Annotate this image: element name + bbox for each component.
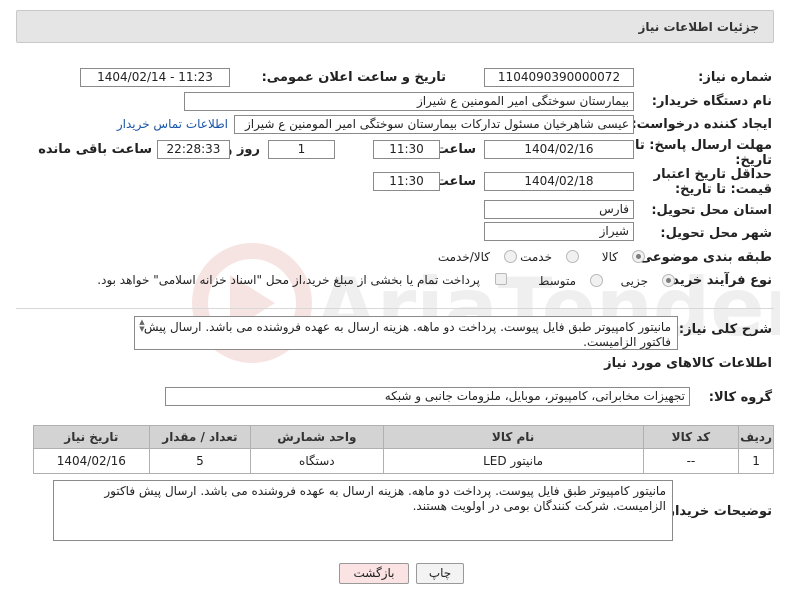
goods-group-field: تجهیزات مخابراتی، کامپیوتر، موبایل، ملزو… xyxy=(165,387,690,406)
delivery-city-label: شهر محل تحویل: xyxy=(660,226,772,241)
remaining-label: ساعت باقی مانده xyxy=(38,142,152,157)
need-number-label: شماره نیاز: xyxy=(698,70,772,85)
process-radio-medium[interactable] xyxy=(590,274,603,287)
cell-unit: دستگاه xyxy=(250,448,384,474)
reply-time-field: 11:30 xyxy=(373,140,440,159)
announce-label: تاریخ و ساعت اعلان عمومی: xyxy=(261,70,446,85)
cell-date: 1404/02/16 xyxy=(33,448,150,474)
delivery-city-field: شیراز xyxy=(484,222,634,241)
goods-group-label: گروه کالا: xyxy=(708,390,772,405)
remaining-time-field: 22:28:33 xyxy=(157,140,230,159)
description-label: شرح کلی نیاز: xyxy=(678,322,772,337)
delivery-province-label: استان محل تحویل: xyxy=(651,203,772,218)
process-radio-minor[interactable] xyxy=(662,274,675,287)
print-button[interactable]: چاپ xyxy=(416,563,464,584)
col-header-row-number: ردیف xyxy=(738,425,774,449)
reply-date-field: 1404/02/16 xyxy=(484,140,634,159)
cell-qty: 5 xyxy=(148,448,252,474)
cell-name: مانیتور LED xyxy=(382,448,644,474)
price-validity-label: حداقل تاریخ اعتبار قیمت: تا تاریخ: xyxy=(653,167,772,197)
table-header-row: ردیف کد کالا نام کالا واحد شمارش تعداد /… xyxy=(33,425,774,449)
page-title: جزئیات اطلاعات نیاز xyxy=(638,20,759,34)
category-radio-goods[interactable] xyxy=(632,250,645,263)
treasury-payment-note: پرداخت تمام یا بخشی از مبلغ خرید،از محل … xyxy=(97,273,480,287)
days-count-field: 1 xyxy=(268,140,335,159)
category-label: طبقه بندی موضوعی: xyxy=(634,250,772,265)
price-date-field: 1404/02/18 xyxy=(484,172,634,191)
col-header-unit: واحد شمارش xyxy=(250,425,384,449)
process-option-medium: متوسط xyxy=(538,274,576,288)
category-option-goods-service: کالا/خدمت xyxy=(437,250,490,264)
cell-row-number: 1 xyxy=(738,448,774,474)
buyer-org-label: نام دستگاه خریدار: xyxy=(651,94,772,109)
header-panel: جزئیات اطلاعات نیاز xyxy=(16,10,774,43)
col-header-qty: تعداد / مقدار xyxy=(148,425,252,449)
price-time-label: ساعت xyxy=(435,174,476,189)
category-option-goods: کالا xyxy=(601,250,618,264)
col-header-date: تاریخ نیاز xyxy=(33,425,150,449)
treasury-payment-checkbox[interactable] xyxy=(495,273,507,285)
description-text: مانیتور کامپیوتر طبق فایل پیوست. پرداخت … xyxy=(143,320,671,349)
back-button[interactable]: بازگشت xyxy=(339,563,409,584)
cell-code: -- xyxy=(642,448,740,474)
delivery-province-field: فارس xyxy=(484,200,634,219)
category-radio-goods-service[interactable] xyxy=(504,250,517,263)
creator-field: عیسی شاهرخیان مسئول تدارکات بیمارستان سو… xyxy=(234,115,634,134)
buyer-notes-label: توضیحات خریدار: xyxy=(662,504,772,519)
col-header-code: کد کالا xyxy=(642,425,740,449)
description-textarea[interactable]: ▲ ▼ مانیتور کامپیوتر طبق فایل پیوست. پردا… xyxy=(134,316,678,350)
reply-time-label: ساعت xyxy=(435,142,476,157)
category-radio-service[interactable] xyxy=(566,250,579,263)
announce-field: 1404/02/14 - 11:23 xyxy=(80,68,230,87)
items-table: ردیف کد کالا نام کالا واحد شمارش تعداد /… xyxy=(33,425,774,474)
buyer-contact-link[interactable]: اطلاعات تماس خریدار xyxy=(117,117,228,131)
table-row: 1 -- مانیتور LED دستگاه 5 1404/02/16 xyxy=(33,448,774,474)
reply-deadline-label: مهلت ارسال پاسخ: تا تاریخ: xyxy=(634,138,772,168)
buyer-notes-textarea[interactable]: مانیتور کامپیوتر طبق فایل پیوست. پرداخت … xyxy=(53,480,673,541)
goods-section-title: اطلاعات کالاهای مورد نیاز xyxy=(604,356,772,371)
process-label: نوع فرآیند خرید : xyxy=(662,273,772,288)
col-header-name: نام کالا xyxy=(382,425,644,449)
creator-label: ایجاد کننده درخواست: xyxy=(631,117,772,132)
buyer-notes-text: مانیتور کامپیوتر طبق فایل پیوست. پرداخت … xyxy=(104,484,666,513)
buyer-org-field: بیمارستان سوختگی امیر المومنین ع شیراز xyxy=(184,92,634,111)
price-time-field: 11:30 xyxy=(373,172,440,191)
scroll-arrows-icon[interactable]: ▲ ▼ xyxy=(137,319,147,333)
process-option-minor: جزیی xyxy=(620,274,648,288)
divider xyxy=(16,308,774,309)
need-number-field: 1104090390000072 xyxy=(484,68,634,87)
category-option-service: خدمت xyxy=(520,250,552,264)
